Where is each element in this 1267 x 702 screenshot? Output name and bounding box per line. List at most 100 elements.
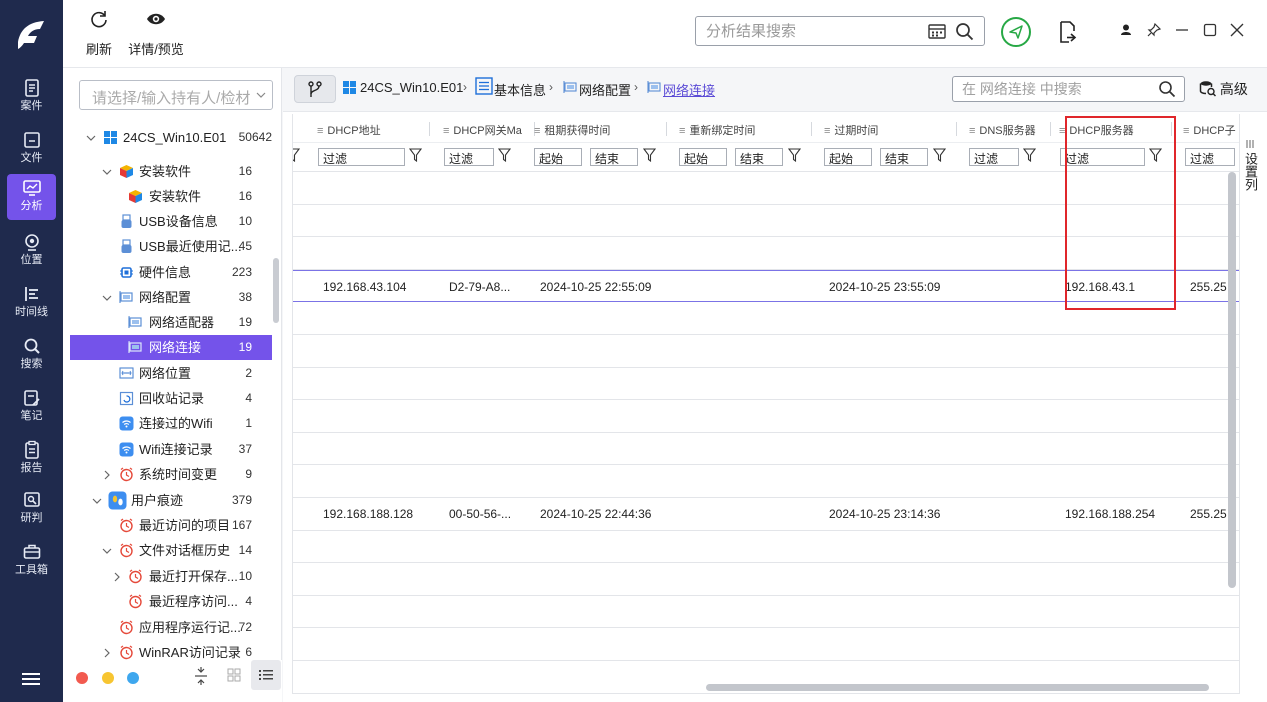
chevron-right-icon[interactable]	[112, 572, 122, 582]
table-horizontal-scrollbar[interactable]	[706, 684, 1209, 691]
collapse-expand-icon[interactable]	[194, 666, 208, 686]
column-header-expire-time[interactable]: ≡ 过期时间	[824, 122, 878, 138]
hamburger-menu-icon[interactable]	[22, 672, 40, 686]
tree-item-evidence[interactable]: 24CS_Win10.E01 50642	[70, 125, 272, 150]
rail-item-report[interactable]: 报告	[7, 436, 56, 482]
list-view-button[interactable]	[251, 660, 281, 690]
blue-color-dot[interactable]	[127, 672, 139, 684]
filter-icon[interactable]	[1149, 148, 1162, 162]
column-settings-button[interactable]: 设置列	[1239, 114, 1263, 694]
red-color-dot[interactable]	[76, 672, 88, 684]
column-divider[interactable]	[429, 122, 430, 136]
breadcrumb-network-connection[interactable]: 网络连接	[663, 80, 715, 99]
filter-gateway-mac-input[interactable]: 过滤	[444, 148, 494, 166]
table-row[interactable]	[293, 531, 1239, 564]
filter-rebind-end-input[interactable]: 结束	[735, 148, 783, 166]
rail-item-location[interactable]: 位置	[7, 228, 56, 274]
tree-item-recycle-bin[interactable]: 回收站记录 4	[70, 386, 272, 411]
tree-item-network-location[interactable]: 网络位置 2	[70, 361, 272, 386]
table-vertical-scrollbar[interactable]	[1228, 172, 1236, 588]
tree-item-network-connection[interactable]: 网络连接 19	[70, 335, 272, 360]
table-row[interactable]	[293, 563, 1239, 596]
grid-view-icon[interactable]	[227, 668, 241, 682]
chevron-down-icon[interactable]	[102, 546, 112, 556]
branch-button[interactable]	[294, 75, 336, 103]
chevron-down-icon[interactable]	[86, 133, 96, 143]
filter-icon[interactable]	[788, 148, 801, 162]
tree-item-installed-software[interactable]: 安装软件 16	[70, 159, 272, 184]
preview-button[interactable]: 详情/预览	[127, 8, 185, 58]
filter-rebind-start-input[interactable]: 起始	[679, 148, 727, 166]
tree-item-recent-items[interactable]: 最近访问的项目 167	[70, 513, 272, 538]
column-header-dns-server[interactable]: ≡ DNS服务器	[969, 122, 1036, 138]
rail-item-timeline[interactable]: 时间线	[7, 280, 56, 326]
column-header-rebind-time[interactable]: ≡ 重新绑定时间	[679, 122, 755, 138]
chevron-down-icon[interactable]	[92, 496, 102, 506]
table-row[interactable]	[293, 237, 1239, 270]
user-icon[interactable]	[1118, 22, 1134, 38]
table-row[interactable]	[293, 433, 1239, 466]
filter-icon[interactable]	[933, 148, 946, 162]
table-row[interactable]	[293, 400, 1239, 433]
filter-expire-start-input[interactable]: 起始	[824, 148, 872, 166]
refresh-button[interactable]: 刷新	[84, 8, 114, 58]
filter-icon[interactable]	[498, 148, 511, 162]
filter-expire-end-input[interactable]: 结束	[880, 148, 928, 166]
tree-item-wifi-connected[interactable]: 连接过的Wifi 1	[70, 411, 272, 436]
column-header-dhcp-subnet[interactable]: ≡ DHCP子	[1183, 122, 1236, 138]
filter-icon[interactable]	[409, 148, 422, 162]
column-header-dhcp-server[interactable]: ≡ DHCP服务器	[1059, 122, 1134, 138]
tree-item-installed-software-sub[interactable]: 安装软件 16	[70, 184, 272, 209]
column-divider[interactable]	[666, 122, 667, 136]
tree-item-system-time[interactable]: 系统时间变更 9	[70, 462, 272, 487]
chevron-right-icon[interactable]	[102, 470, 112, 480]
navigate-button[interactable]	[1001, 17, 1031, 47]
column-divider[interactable]	[1050, 122, 1051, 136]
tree-item-recent-open-save[interactable]: 最近打开保存... 10	[70, 564, 272, 589]
filter-icon[interactable]	[293, 148, 300, 162]
tree-item-network-adapter[interactable]: 网络适配器 19	[70, 310, 272, 335]
close-icon[interactable]	[1229, 22, 1245, 38]
tree-item-usb-recent[interactable]: USB最近使用记... 45	[70, 234, 272, 259]
filter-dhcp-server-input[interactable]: 过滤	[1060, 148, 1145, 166]
export-file-icon[interactable]	[1058, 20, 1078, 44]
filter-lease-start-input[interactable]: 起始	[534, 148, 582, 166]
table-row[interactable]	[293, 628, 1239, 661]
minimize-icon[interactable]	[1174, 22, 1190, 38]
tree-item-user-traces[interactable]: 用户痕迹 379	[70, 488, 272, 513]
tree-item-app-run-records[interactable]: 应用程序运行记... 72	[70, 615, 272, 640]
filter-lease-end-input[interactable]: 结束	[590, 148, 638, 166]
rail-item-analysis[interactable]: 分析	[7, 174, 56, 220]
tree-item-hardware[interactable]: 硬件信息 223	[70, 260, 272, 285]
column-divider[interactable]	[811, 122, 812, 136]
tree-item-network-config[interactable]: 网络配置 38	[70, 285, 272, 310]
column-divider[interactable]	[1171, 122, 1172, 136]
filter-icon[interactable]	[643, 148, 656, 162]
calendar-icon[interactable]	[928, 23, 946, 39]
table-row[interactable]	[293, 302, 1239, 335]
search-icon[interactable]	[1158, 80, 1176, 98]
yellow-color-dot[interactable]	[102, 672, 114, 684]
search-icon[interactable]	[955, 22, 974, 41]
table-row[interactable]	[293, 465, 1239, 498]
filter-dns-server-input[interactable]: 过滤	[969, 148, 1019, 166]
filter-icon[interactable]	[1023, 148, 1036, 162]
table-search-input[interactable]	[953, 77, 1143, 101]
analysis-search-input[interactable]	[696, 17, 906, 45]
breadcrumb-basic-info[interactable]: 基本信息	[494, 80, 546, 99]
rail-item-toolbox[interactable]: 工具箱	[7, 538, 56, 584]
chevron-down-icon[interactable]	[102, 167, 112, 177]
column-header-dhcp-address[interactable]: ≡ DHCP地址	[317, 122, 381, 138]
tree-item-recent-program-access[interactable]: 最近程序访问... 4	[70, 589, 272, 614]
breadcrumb-network-config[interactable]: 网络配置	[579, 80, 631, 99]
rail-item-judge[interactable]: 研判	[7, 486, 56, 532]
column-header-lease-obtained[interactable]: ≡ 租期获得时间	[534, 122, 610, 138]
table-row[interactable]: 192.168.43.104 D2-79-A8... 2024-10-25 22…	[293, 269, 1239, 303]
maximize-icon[interactable]	[1202, 22, 1218, 38]
rail-item-file[interactable]: 文件	[7, 126, 56, 172]
column-divider[interactable]	[956, 122, 957, 136]
filter-dhcp-subnet-input[interactable]: 过滤	[1185, 148, 1235, 166]
holder-filter-select[interactable]: 请选择/输入持有人/检材	[79, 80, 273, 110]
table-row[interactable]	[293, 335, 1239, 368]
tree-scrollbar[interactable]	[273, 258, 279, 323]
